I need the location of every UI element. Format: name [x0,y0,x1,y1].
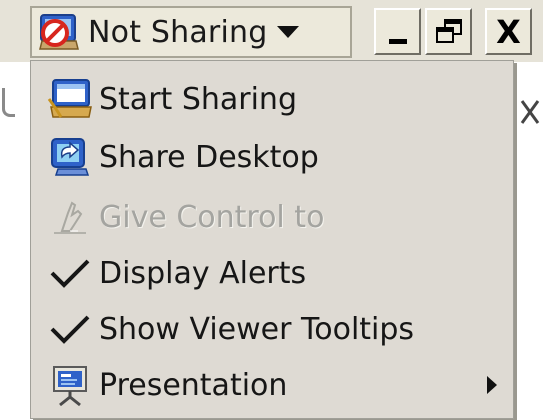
menu-item-label: Start Sharing [99,81,297,117]
menu-item-presentation[interactable]: Presentation [45,359,509,411]
restore-button[interactable] [425,8,472,55]
presentation-icon [45,362,95,408]
close-icon: X [496,12,521,51]
start-sharing-icon [45,76,95,122]
menu-item-give-control[interactable]: Give Control to [45,191,509,243]
minimize-button[interactable] [374,8,421,55]
checkmark-icon [45,250,95,296]
menu-item-label: Display Alerts [99,255,307,291]
submenu-arrow-icon [487,376,497,394]
menu-item-label: Presentation [99,367,288,403]
not-sharing-icon [32,8,86,56]
chevron-down-icon [277,26,300,38]
menu-item-label: Show Viewer Tooltips [99,311,415,347]
menu-item-start-sharing[interactable]: Start Sharing [45,73,509,125]
menu-item-label: Give Control to [99,199,325,235]
menu-item-display-alerts[interactable]: Display Alerts [45,247,509,299]
title-bar: Not Sharing X [0,0,543,62]
checkmark-icon [45,306,95,352]
background-fragment-left [2,88,15,117]
share-desktop-icon [45,134,95,180]
menu-item-show-viewer-tooltips[interactable]: Show Viewer Tooltips [45,303,509,355]
sharing-status-label: Not Sharing [88,14,268,50]
restore-icon [435,18,462,45]
sharing-menu: Start Sharing Share Desktop Give Control… [30,60,514,419]
give-control-icon [45,194,95,240]
background-fragment-right [520,96,540,136]
close-button[interactable]: X [485,8,532,55]
menu-item-label: Share Desktop [99,139,319,175]
menu-item-share-desktop[interactable]: Share Desktop [45,131,509,183]
sharing-status-dropdown[interactable]: Not Sharing [30,6,352,58]
app-window: Not Sharing X Start Sharing Share Deskto… [0,0,543,420]
minimize-icon [388,39,407,44]
